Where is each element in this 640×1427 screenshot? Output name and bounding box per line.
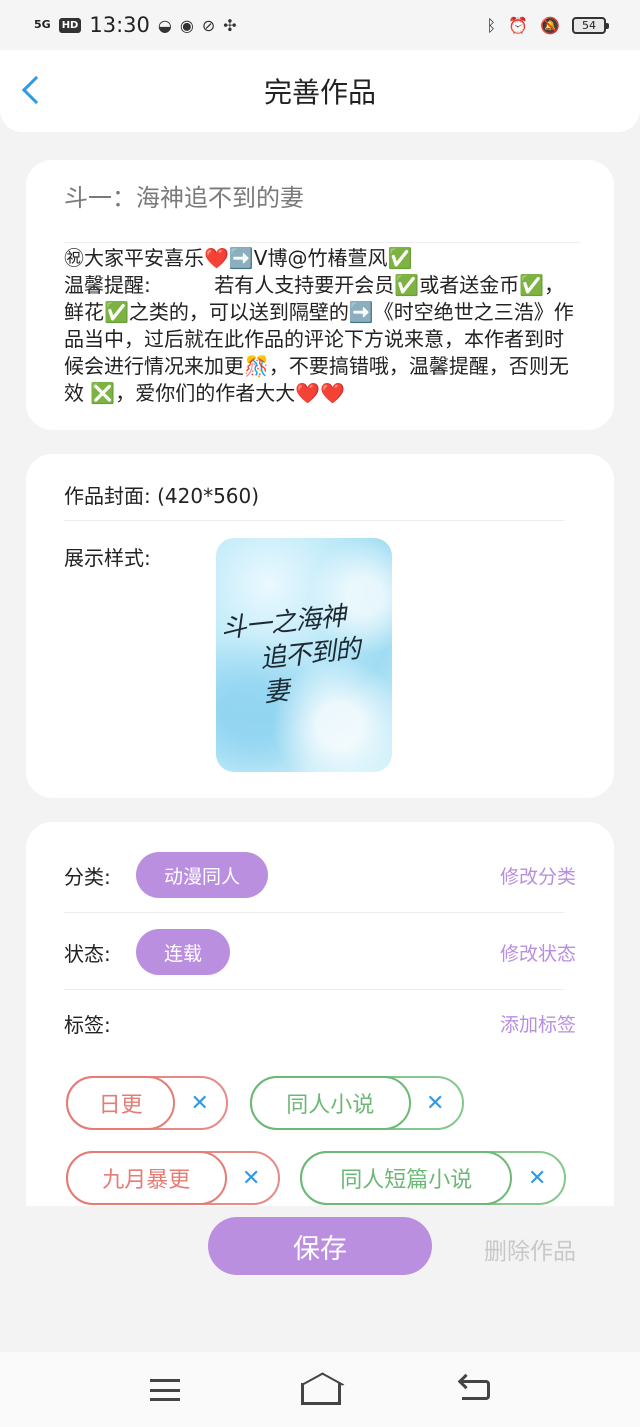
battery-icon: 54	[572, 16, 609, 34]
tags-label: 标签:	[64, 1012, 111, 1037]
tags-row: 标签: 添加标签	[64, 998, 576, 1048]
remove-tag-icon[interactable]: ✕	[225, 1166, 278, 1191]
chevron-left-icon[interactable]	[21, 75, 51, 105]
tag-chip: 日更 ✕	[66, 1076, 228, 1130]
edit-status-button[interactable]: 修改状态	[500, 939, 576, 966]
app-header: 完善作品	[0, 50, 640, 132]
add-tag-button[interactable]: 添加标签	[500, 1010, 576, 1037]
divider	[64, 520, 564, 521]
tag-chip: 同人短篇小说 ✕	[300, 1151, 566, 1205]
status-right: ᛒ ⏰ 🔕 54	[486, 15, 609, 35]
cover-calligraphy: 斗一之海神 追不到的妻	[219, 596, 389, 714]
display-style-label: 展示样式:	[64, 546, 151, 570]
remove-tag-icon[interactable]: ✕	[409, 1091, 462, 1116]
edit-category-button[interactable]: 修改分类	[500, 862, 576, 889]
status-bar: 5G HD 13:30 ◒ ◉ ⊘ ✣ ᛒ ⏰ 🔕 54	[0, 0, 640, 50]
status-label: 状态:	[64, 941, 111, 966]
status-left: 5G HD 13:30 ◒ ◉ ⊘ ✣	[34, 13, 237, 37]
delete-work-button[interactable]: 删除作品	[484, 1232, 576, 1266]
work-title-input[interactable]: 斗一：海神追不到的妻	[64, 178, 304, 213]
qq-icon: ◒	[157, 15, 172, 35]
tag-label: 同人短篇小说	[300, 1151, 513, 1205]
back-icon[interactable]	[461, 1379, 490, 1400]
bluetooth-icon: ᛒ	[486, 15, 497, 35]
status-row: 状态: 连载 修改状态	[64, 927, 576, 977]
save-button[interactable]: 保存	[208, 1217, 432, 1275]
tag-label: 九月暴更	[66, 1151, 227, 1205]
divider	[64, 989, 564, 990]
category-row: 分类: 动漫同人 修改分类	[64, 850, 576, 900]
page-title: 完善作品	[263, 76, 376, 109]
signal-indicator: 5G	[34, 18, 51, 31]
work-description-input[interactable]: ㊗大家平安喜乐❤️➡️V博@竹椿萱风✅ 温馨提醒: 若有人支持要开会员✅或者送金…	[64, 242, 580, 407]
fan-icon: ✣	[223, 15, 237, 35]
work-info-card: 斗一：海神追不到的妻 ㊗大家平安喜乐❤️➡️V博@竹椿萱风✅ 温馨提醒: 若有人…	[26, 160, 614, 430]
remove-tag-icon[interactable]: ✕	[510, 1166, 564, 1191]
sync-icon: ⊘	[201, 15, 216, 35]
tag-label: 同人小说	[250, 1076, 411, 1130]
cover-image[interactable]: 斗一之海神 追不到的妻	[216, 538, 392, 772]
category-label: 分类:	[64, 864, 111, 889]
tag-chip: 九月暴更 ✕	[66, 1151, 280, 1205]
clock: 13:30	[89, 13, 150, 37]
cover-card: 作品封面: (420*560) 展示样式: 斗一之海神 追不到的妻	[26, 454, 614, 798]
meta-card: 分类: 动漫同人 修改分类 状态: 连载 修改状态 标签: 添加标签 日更 ✕ …	[26, 822, 614, 1206]
cover-title-line2: 追不到的妻	[258, 634, 362, 709]
hd-badge: HD	[58, 17, 82, 33]
remove-tag-icon[interactable]: ✕	[173, 1091, 226, 1116]
alarm-icon: ⏰	[508, 15, 529, 35]
home-icon[interactable]	[300, 1382, 341, 1405]
cover-label: 作品封面: (420*560)	[64, 484, 260, 508]
mute-icon: 🔕	[540, 15, 560, 35]
system-nav-bar	[0, 1352, 640, 1427]
divider	[64, 912, 564, 913]
category-pill: 动漫同人	[136, 852, 269, 898]
status-pill: 连载	[136, 929, 231, 975]
menu-icon[interactable]	[150, 1378, 181, 1401]
app-notification-icon: ◉	[179, 15, 194, 35]
tag-chip: 同人小说 ✕	[250, 1076, 464, 1130]
tag-label: 日更	[66, 1076, 176, 1130]
